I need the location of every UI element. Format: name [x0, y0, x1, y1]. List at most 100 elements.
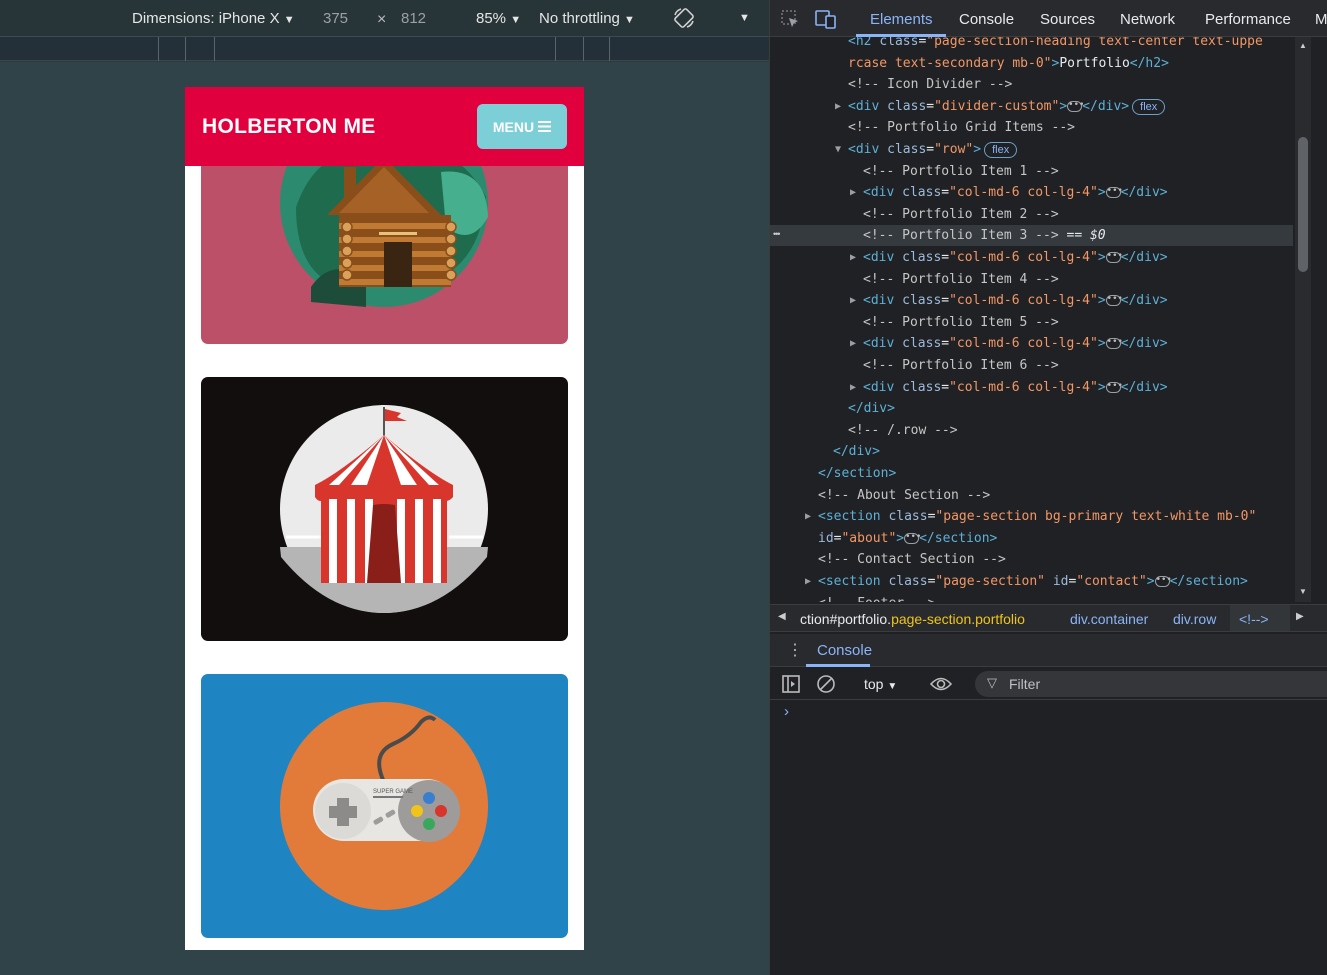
expand-triangle-icon[interactable]: ▶ — [850, 290, 856, 311]
breadcrumb-section[interactable]: ction#portfolio.page-section.portfolio — [800, 611, 1025, 627]
dom-node-code: <!-- Portfolio Item 6 --> — [863, 358, 1059, 373]
dom-node-line[interactable]: <h2 class="page-section-heading text-cen… — [770, 37, 1293, 52]
hamburger-icon — [538, 121, 552, 132]
scrollbar-thumb[interactable] — [1298, 137, 1308, 272]
more-actions-icon[interactable]: ••• — [773, 229, 781, 239]
filter-icon: ▽ — [987, 675, 997, 690]
dom-node-code: </section> — [818, 466, 897, 481]
collapse-triangle-icon[interactable]: ▼ — [835, 139, 841, 160]
rotate-icon[interactable] — [672, 6, 696, 34]
dom-node-code: <!-- Portfolio Item 5 --> — [863, 314, 1059, 330]
dom-node-code: <!-- Portfolio Item 1 --> — [863, 163, 1059, 179]
dom-node-line[interactable]: rcase text-secondary mb-0">Portfolio</h2… — [770, 53, 1293, 74]
dom-node-line[interactable]: ▼ <div class="row"> flex — [770, 139, 1293, 160]
device-toolbar-icon[interactable] — [815, 9, 837, 32]
dimensions-dropdown[interactable]: Dimensions: iPhone X ▼ — [132, 10, 295, 27]
dom-node-line[interactable]: </section> — [770, 463, 1293, 484]
dom-node-line[interactable]: ▶ <div class="col-md-6 col-lg-4">•••</div… — [770, 333, 1293, 354]
tab-network[interactable]: Network — [1120, 11, 1175, 28]
dom-node-line[interactable]: <!-- Portfolio Item 6 --> — [770, 355, 1293, 376]
live-expression-icon[interactable] — [929, 675, 953, 696]
dom-node-code: </div> — [833, 444, 880, 460]
dom-node-line[interactable]: <!-- Contact Section --> — [770, 549, 1293, 570]
dom-node-code: <div class="col-md-6 col-lg-4">•••</div> — [863, 336, 1168, 352]
dom-node-line[interactable]: ▶ <div class="divider-custom">•••</div> fl… — [770, 96, 1293, 117]
height-input[interactable]: 812 — [401, 10, 426, 27]
dom-node-line[interactable]: ▶ <div class="col-md-6 col-lg-4">•••</div… — [770, 182, 1293, 203]
dom-node-line[interactable]: <!-- Portfolio Grid Items --> — [770, 117, 1293, 138]
menu-button[interactable]: MENU — [477, 104, 567, 149]
controller-label: SUPER GAME — [373, 789, 413, 795]
media-query-ruler — [0, 37, 769, 61]
expand-triangle-icon[interactable]: ▶ — [835, 96, 841, 117]
device-toolbar: Dimensions: iPhone X ▼ 375 × 812 85% ▼ N… — [0, 0, 769, 37]
dom-node-line[interactable]: ▶ <div class="col-md-6 col-lg-4">•••</div… — [770, 247, 1293, 268]
dom-node-line[interactable]: <!-- About Section --> — [770, 485, 1293, 506]
dom-node-code: <div class="col-md-6 col-lg-4">•••</div> — [863, 379, 1168, 395]
dom-node-line[interactable]: <!-- Footer --> — [770, 593, 1293, 602]
tab-more[interactable]: M — [1315, 11, 1327, 28]
dom-node-line[interactable]: </div> — [770, 398, 1293, 419]
dom-node-code: <!-- Portfolio Item 3 --> == $0 — [863, 228, 1106, 244]
dom-node-code: <!-- Icon Divider --> — [848, 77, 1013, 93]
dom-node-code: <section class="page-section" id="contac… — [818, 574, 1248, 589]
dom-node-line[interactable]: id="about">•••</section> — [770, 528, 1293, 549]
scroll-up-icon[interactable]: ▲ — [1299, 41, 1307, 50]
breadcrumb-left-icon[interactable]: ◀ — [778, 611, 786, 622]
dom-node-line[interactable]: <!-- Icon Divider --> — [770, 74, 1293, 95]
dom-node-line[interactable]: ▶ <section class="page-section" id="conta… — [770, 571, 1293, 592]
breadcrumb-comment[interactable]: <!--> — [1230, 605, 1290, 631]
dom-node-code: <!-- Portfolio Item 4 --> — [863, 271, 1059, 287]
breadcrumb-container[interactable]: div.container — [1070, 611, 1148, 627]
tab-console-drawer[interactable]: Console — [817, 642, 872, 659]
tab-sources[interactable]: Sources — [1040, 11, 1095, 28]
breadcrumb-row[interactable]: div.row — [1173, 611, 1216, 627]
portfolio-item-controller[interactable]: SUPER GAME — [201, 674, 568, 938]
drawer-menu-icon[interactable]: ⋮ — [787, 640, 803, 660]
context-selector[interactable]: top ▼ — [864, 676, 897, 692]
zoom-dropdown[interactable]: 85% ▼ — [476, 10, 521, 27]
dom-node-code: <!-- Portfolio Item 2 --> — [863, 206, 1059, 222]
dom-node-code: <div class="col-md-6 col-lg-4">•••</div> — [863, 185, 1168, 201]
dom-node-line[interactable]: ▶ <div class="col-md-6 col-lg-4">•••</div… — [770, 377, 1293, 398]
tab-elements[interactable]: Elements — [870, 11, 933, 28]
dom-node-code: id="about">•••</section> — [818, 530, 998, 546]
dropdown-arrow-icon: ▼ — [887, 681, 898, 692]
clear-console-icon[interactable] — [816, 674, 836, 697]
dom-node-line[interactable]: </div> — [770, 441, 1293, 462]
dom-node-line[interactable]: <!-- Portfolio Item 1 --> — [770, 161, 1293, 182]
expand-triangle-icon[interactable]: ▶ — [805, 506, 811, 527]
scroll-down-icon[interactable]: ▼ — [1299, 587, 1307, 596]
expand-triangle-icon[interactable]: ▶ — [850, 182, 856, 203]
dom-node-code: </div> — [848, 401, 895, 417]
elements-scrollbar[interactable]: ▲ ▼ — [1295, 37, 1311, 602]
portfolio-item-circus[interactable] — [201, 377, 568, 641]
dom-node-line[interactable]: ▶ <div class="col-md-6 col-lg-4">•••</div… — [770, 290, 1293, 311]
more-options-icon[interactable]: ▼ — [739, 12, 750, 24]
expand-triangle-icon[interactable]: ▶ — [850, 247, 856, 268]
sidebar-toggle-icon[interactable] — [781, 674, 801, 697]
dom-node-line[interactable]: <!-- Portfolio Item 3 --> == $0 — [770, 225, 1293, 247]
tab-console[interactable]: Console — [959, 11, 1014, 28]
dom-node-code: <div class="col-md-6 col-lg-4">•••</div> — [863, 250, 1168, 265]
dom-node-line[interactable]: <!-- Portfolio Item 2 --> — [770, 204, 1293, 225]
dom-node-code: <!-- Portfolio Grid Items --> — [848, 120, 1075, 136]
expand-triangle-icon[interactable]: ▶ — [850, 377, 856, 398]
times-icon[interactable]: × — [377, 11, 386, 29]
console-prompt[interactable]: › — [784, 703, 789, 720]
elements-tree: <h2 class="page-section-heading text-cen… — [770, 37, 1293, 602]
tab-performance[interactable]: Performance — [1205, 11, 1291, 28]
dom-node-line[interactable]: <!-- Portfolio Item 4 --> — [770, 269, 1293, 290]
dom-node-line[interactable]: <!-- /.row --> — [770, 420, 1293, 441]
inspect-element-icon[interactable] — [780, 9, 800, 32]
width-input[interactable]: 375 — [323, 10, 348, 27]
site-brand[interactable]: HOLBERTON ME — [202, 115, 376, 139]
breadcrumb-right-icon[interactable]: ▶ — [1296, 611, 1304, 622]
expand-triangle-icon[interactable]: ▶ — [805, 571, 811, 592]
filter-input[interactable]: ▽ Filter — [975, 671, 1327, 697]
dom-node-line[interactable]: ▶ <section class="page-section bg-primary… — [770, 506, 1293, 527]
dom-node-code: <div class="row"> flex — [848, 142, 1018, 158]
throttling-dropdown[interactable]: No throttling ▼ — [539, 10, 635, 27]
expand-triangle-icon[interactable]: ▶ — [850, 333, 856, 354]
dom-node-line[interactable]: <!-- Portfolio Item 5 --> — [770, 312, 1293, 333]
